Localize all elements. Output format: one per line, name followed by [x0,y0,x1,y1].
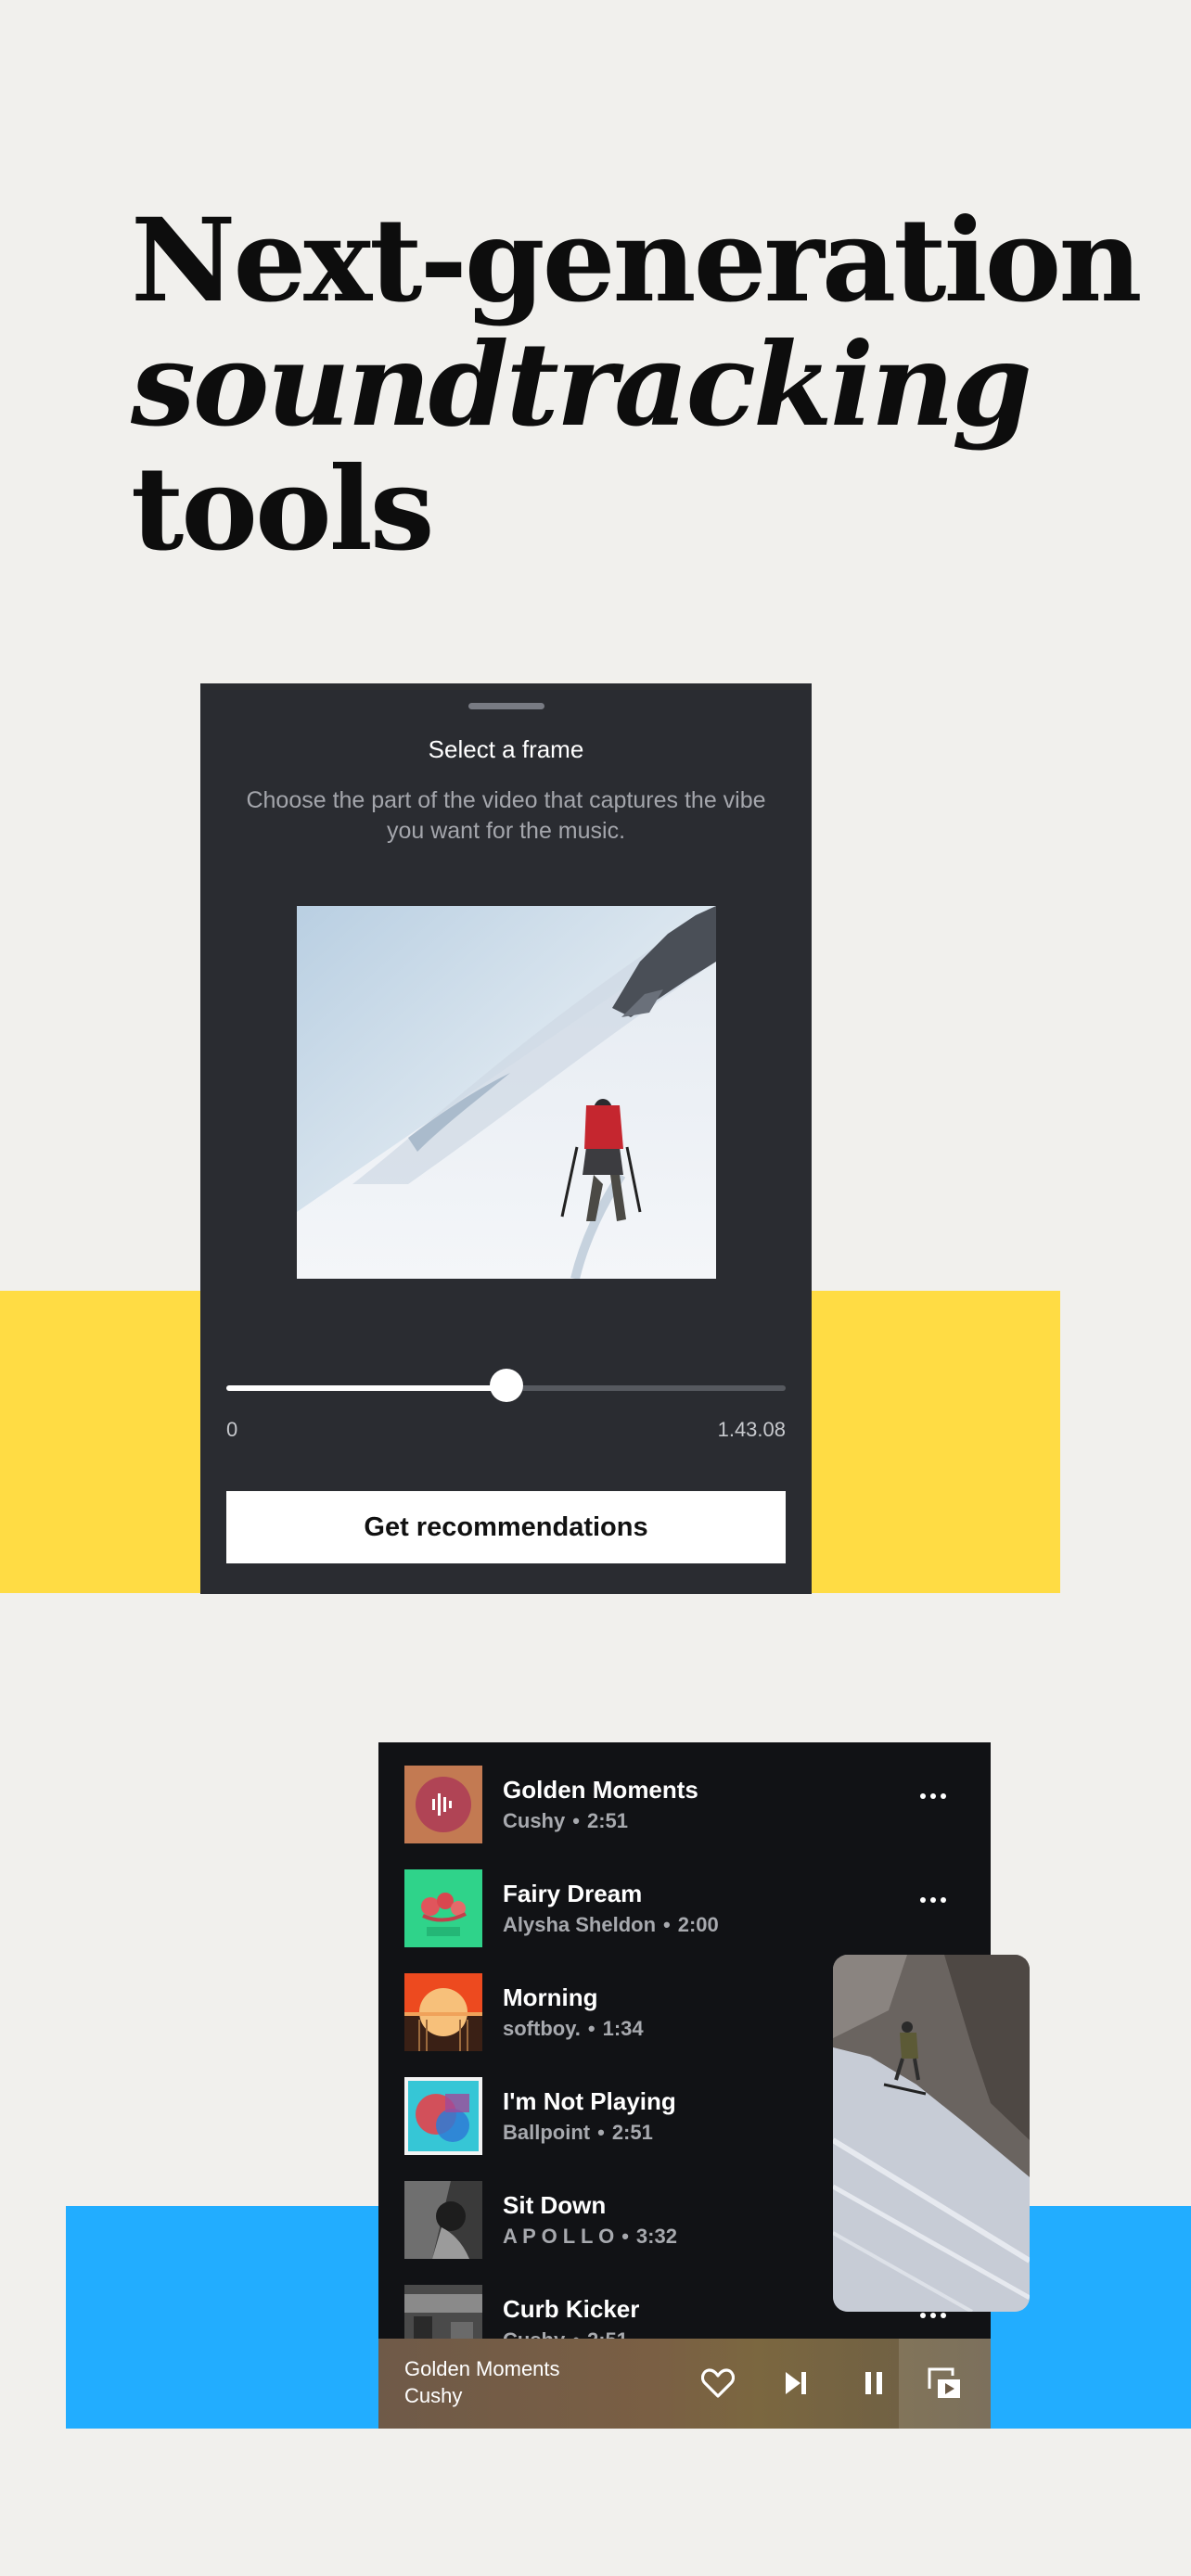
list-item[interactable]: Fairy Dream Alysha Sheldon • 2:00 [378,1846,991,1950]
get-recommendations-button[interactable]: Get recommendations [226,1491,786,1563]
sunrise-art [404,1973,482,2051]
skip-next-icon[interactable] [774,2361,818,2405]
select-frame-sheet: Select a frame Choose the part of the vi… [200,683,812,1594]
track-meta: Ballpoint • 2:51 [503,2121,653,2144]
scrubber-start-label: 0 [226,1418,238,1441]
track-title: Curb Kicker [503,2295,640,2323]
skier-hiking-snow-slope-photo [297,906,716,1279]
track-title: Morning [503,1983,598,2011]
waveform-record-art [404,1766,482,1843]
sheet-description: Choose the part of the video that captur… [246,787,766,844]
now-playing-title: Golden Moments [404,2357,560,2380]
skier-descending-mountain-video[interactable] [833,1955,1030,2312]
track-meta: A P O L L O • 3:32 [503,2225,677,2248]
hero-headline: Next-generation soundtracking tools [131,194,1142,577]
now-playing-artist: Cushy [404,2384,463,2407]
track-title: Sit Down [503,2191,607,2219]
headline-line-3: tools [131,442,435,577]
sheet-title: Select a frame [428,735,584,763]
headline-line-2: soundtracking [131,318,1032,453]
track-meta: Alysha Sheldon • 2:00 [503,1913,719,1936]
more-options-icon[interactable] [915,1785,952,1807]
track-title: Golden Moments [503,1776,698,1804]
sheet-drag-handle[interactable] [468,703,544,709]
abstract-shapes-art [404,2077,482,2155]
heart-icon[interactable] [696,2361,740,2405]
frame-scrubber-progress [226,1385,506,1391]
list-item[interactable]: Golden Moments Cushy • 2:51 [378,1742,991,1846]
track-meta: Cushy•2:51 [503,1809,628,1832]
more-options-icon[interactable] [915,1889,952,1911]
pause-icon[interactable] [852,2361,896,2405]
frame-scrubber-handle[interactable] [489,1369,523,1402]
track-title: Fairy Dream [503,1880,643,1907]
track-meta: softboy. • 1:34 [503,2017,644,2040]
track-title: I'm Not Playing [503,2087,676,2115]
scrubber-end-label: 1.43.08 [717,1418,786,1441]
cast-video-icon[interactable] [922,2361,967,2405]
green-flower-art [404,1869,482,1947]
headline-line-1: Next-generation [131,194,1142,328]
bw-photo-art [404,2181,482,2259]
now-playing-bar[interactable]: Golden Moments Cushy [378,2339,991,2429]
